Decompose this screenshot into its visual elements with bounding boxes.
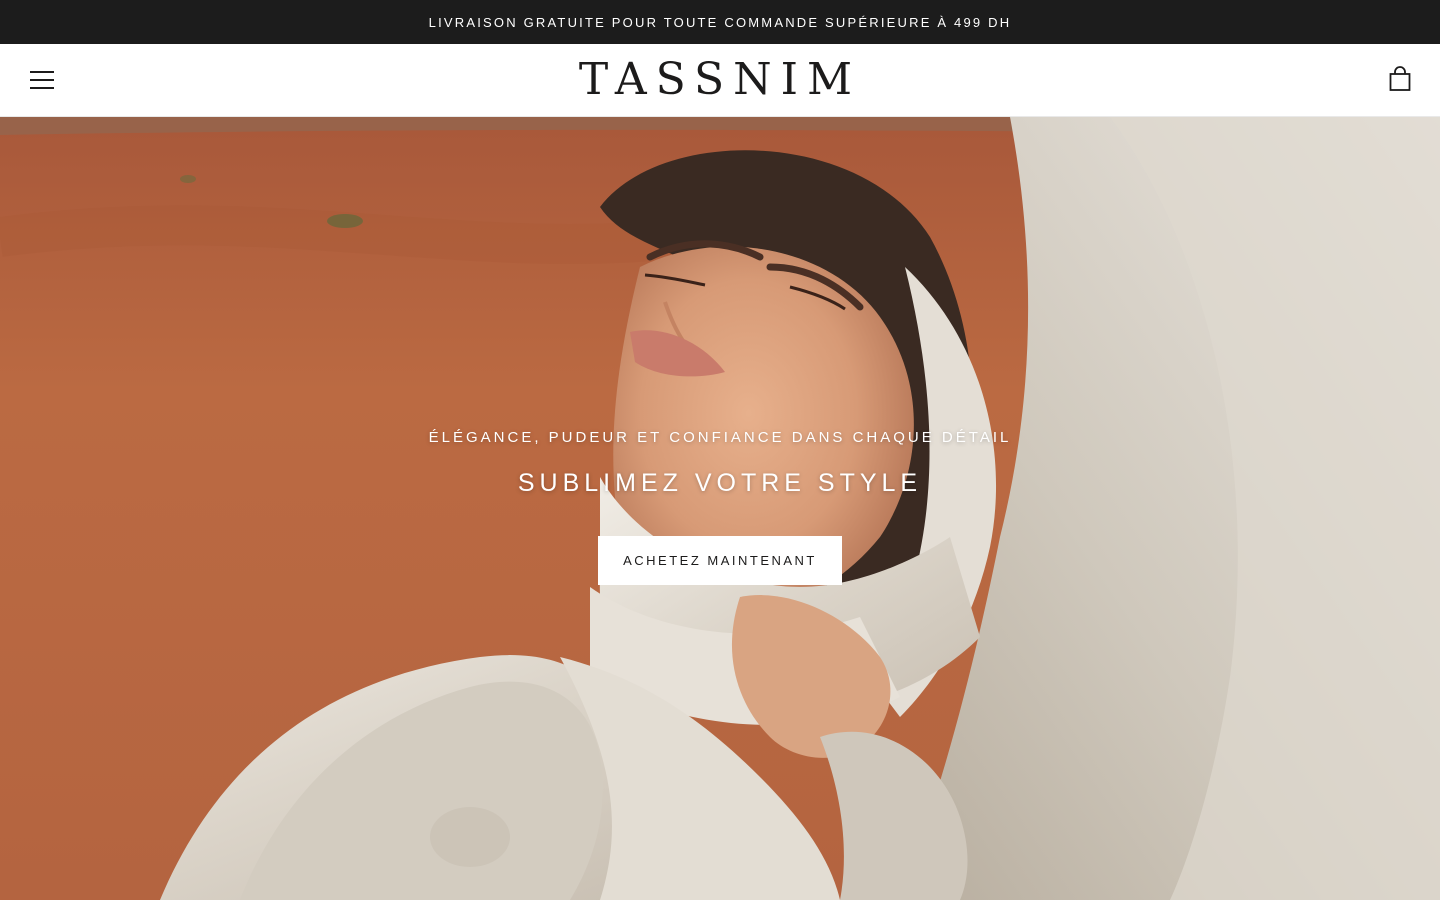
shopping-bag-icon[interactable] xyxy=(1389,66,1411,94)
brand-logo[interactable]: TASSNIM xyxy=(0,52,1440,108)
site-header: TASSNIM xyxy=(0,44,1440,117)
shop-now-button[interactable]: ACHETEZ MAINTENANT xyxy=(598,536,842,585)
hero-heading: SUBLIMEZ VOTRE STYLE xyxy=(517,469,923,497)
announcement-bar: LIVRAISON GRATUITE POUR TOUTE COMMANDE S… xyxy=(0,0,1440,44)
hero-subheading: ÉLÉGANCE, PUDEUR ET CONFIANCE DANS CHAQU… xyxy=(428,429,1012,446)
announcement-text: LIVRAISON GRATUITE POUR TOUTE COMMANDE S… xyxy=(428,14,1012,30)
hero-banner: ÉLÉGANCE, PUDEUR ET CONFIANCE DANS CHAQU… xyxy=(0,117,1440,900)
hero-content: ÉLÉGANCE, PUDEUR ET CONFIANCE DANS CHAQU… xyxy=(0,117,1440,900)
